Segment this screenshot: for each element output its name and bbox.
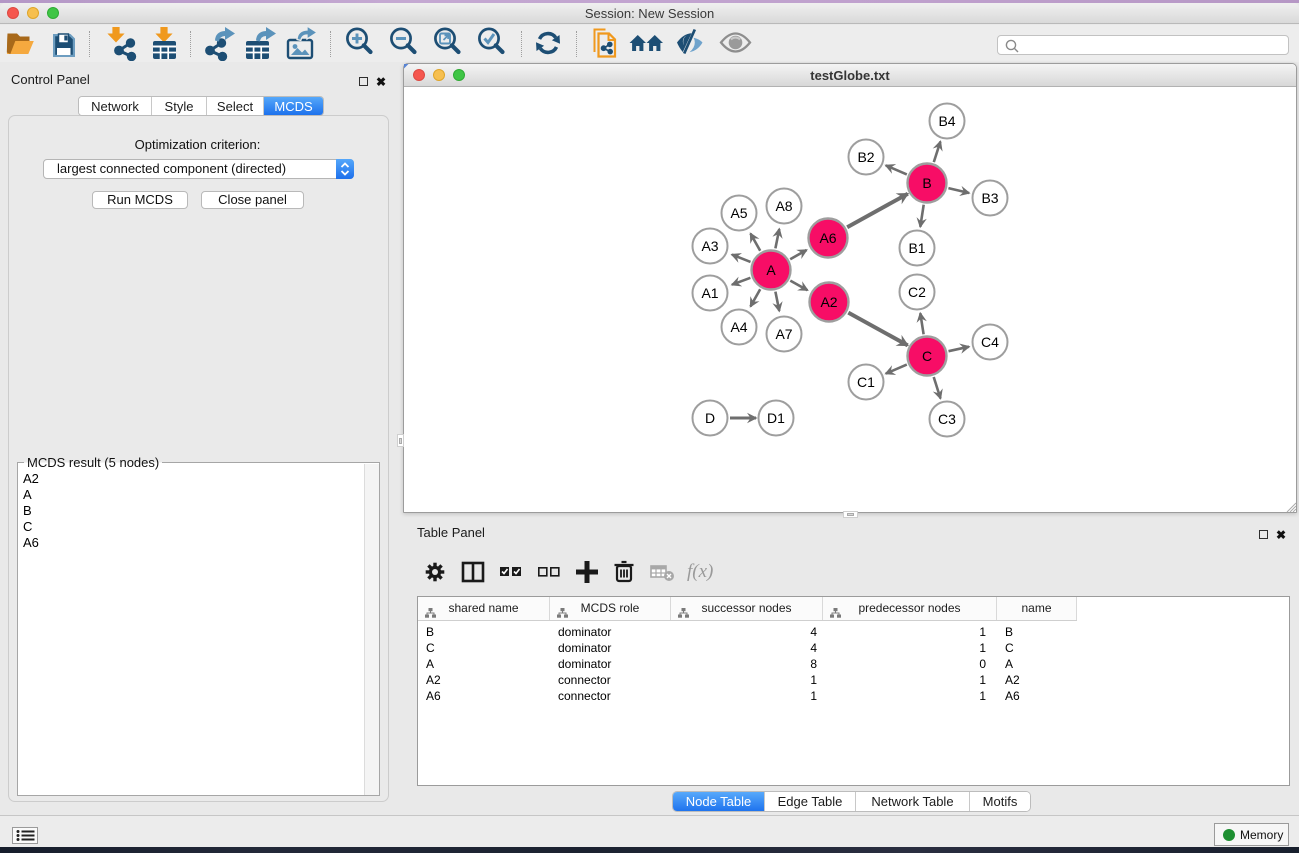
svg-text:A7: A7	[775, 326, 792, 342]
svg-text:A4: A4	[730, 319, 747, 335]
svg-text:A: A	[766, 262, 776, 278]
svg-text:D1: D1	[767, 410, 785, 426]
svg-text:C1: C1	[857, 374, 875, 390]
svg-text:C: C	[922, 348, 932, 364]
svg-text:C3: C3	[938, 411, 956, 427]
svg-text:D: D	[705, 410, 715, 426]
svg-text:B4: B4	[938, 113, 955, 129]
svg-text:A1: A1	[701, 285, 718, 301]
svg-text:A6: A6	[819, 230, 836, 246]
svg-text:A2: A2	[820, 294, 837, 310]
svg-text:A3: A3	[701, 238, 718, 254]
svg-text:B1: B1	[908, 240, 925, 256]
svg-text:C2: C2	[908, 284, 926, 300]
svg-text:C4: C4	[981, 334, 999, 350]
svg-text:A5: A5	[730, 205, 747, 221]
svg-text:B: B	[922, 175, 931, 191]
svg-text:A8: A8	[775, 198, 792, 214]
svg-text:B3: B3	[981, 190, 998, 206]
svg-text:B2: B2	[857, 149, 874, 165]
